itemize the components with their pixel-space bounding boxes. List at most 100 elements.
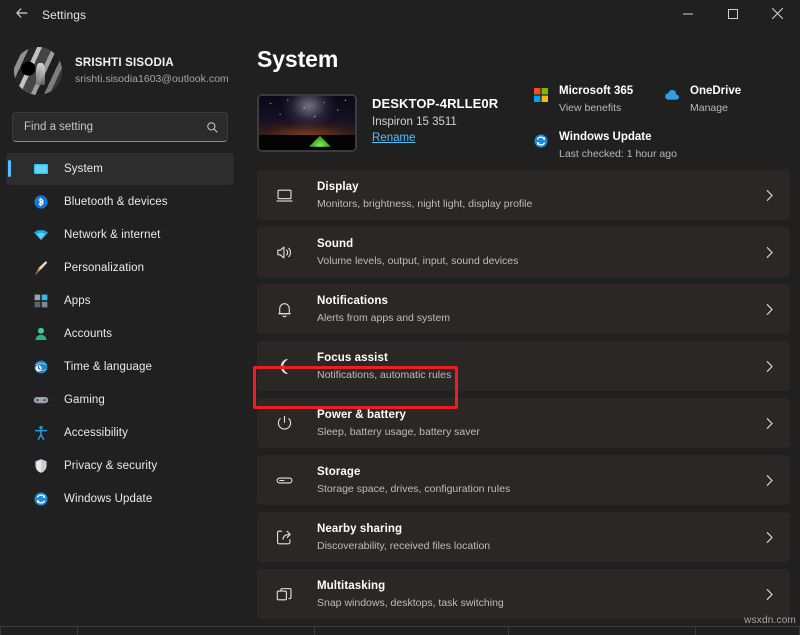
quick-links-row-2: Windows Update Last checked: 1 hour ago — [532, 130, 790, 162]
sidebar-item-label: System — [64, 163, 103, 175]
sidebar-item-system[interactable]: System — [6, 153, 234, 185]
sidebar-item-accounts[interactable]: Accounts — [6, 318, 234, 350]
back-arrow-icon — [15, 6, 29, 25]
watermark: wsxdn.com — [744, 615, 796, 626]
window-controls — [665, 0, 800, 30]
settings-card-display[interactable]: Display Monitors, brightness, night ligh… — [257, 170, 790, 220]
sidebar-item-windows-update[interactable]: Windows Update — [6, 483, 234, 515]
settings-card-nearby-sharing[interactable]: Nearby sharing Discoverability, received… — [257, 512, 790, 562]
sidebar-item-label: Gaming — [64, 394, 105, 406]
back-button[interactable] — [4, 1, 40, 29]
settings-card-power-battery[interactable]: Power & battery Sleep, battery usage, ba… — [257, 398, 790, 448]
windows-update-icon — [32, 490, 49, 507]
accessibility-icon — [32, 424, 49, 441]
sidebar-item-label: Windows Update — [64, 493, 152, 505]
settings-card-list: Display Monitors, brightness, night ligh… — [257, 170, 790, 619]
profile-text: SRISHTI SISODIA srishti.sisodia1603@outl… — [75, 56, 229, 87]
wifi-icon — [32, 226, 49, 243]
window-title: Settings — [42, 8, 86, 22]
sidebar-item-bluetooth-devices[interactable]: Bluetooth & devices — [6, 186, 234, 218]
quick-link-title: Windows Update — [559, 130, 677, 145]
chevron-right-icon — [762, 359, 776, 373]
avatar — [14, 47, 62, 95]
quick-link-subtitle: Last checked: 1 hour ago — [559, 147, 677, 162]
rename-link[interactable]: Rename — [372, 132, 415, 144]
settings-card-storage[interactable]: Storage Storage space, drives, configura… — [257, 455, 790, 505]
settings-card-title: Notifications — [317, 294, 762, 309]
device-name: DESKTOP-4RLLE0R — [372, 96, 498, 111]
sidebar: SRISHTI SISODIA srishti.sisodia1603@outl… — [0, 30, 240, 635]
quick-link-microsoft-365[interactable]: Microsoft 365 View benefits — [532, 84, 663, 116]
device-info: DESKTOP-4RLLE0R Inspiron 15 3511 Rename — [372, 94, 498, 146]
storage-drive-icon — [274, 470, 294, 490]
quick-link-title: Microsoft 365 — [559, 84, 633, 99]
settings-card-notifications[interactable]: Notifications Alerts from apps and syste… — [257, 284, 790, 334]
gamepad-icon — [32, 391, 49, 408]
quick-link-subtitle: View benefits — [559, 101, 633, 116]
chevron-right-icon — [762, 416, 776, 430]
sidebar-item-personalization[interactable]: Personalization — [6, 252, 234, 284]
onedrive-cloud-icon — [663, 86, 680, 103]
bell-icon — [274, 299, 294, 319]
quick-link-windows-update[interactable]: Windows Update Last checked: 1 hour ago — [532, 130, 677, 162]
search-icon — [206, 121, 219, 134]
settings-card-subtitle: Discoverability, received files location — [317, 539, 762, 553]
close-button[interactable] — [755, 0, 800, 30]
apps-icon — [32, 292, 49, 309]
chevron-right-icon — [762, 473, 776, 487]
sidebar-item-gaming[interactable]: Gaming — [6, 384, 234, 416]
paintbrush-icon — [32, 259, 49, 276]
quick-link-title: OneDrive — [690, 84, 741, 99]
settings-card-title: Nearby sharing — [317, 522, 762, 537]
sidebar-item-accessibility[interactable]: Accessibility — [6, 417, 234, 449]
sidebar-item-privacy-security[interactable]: Privacy & security — [6, 450, 234, 482]
device-wallpaper-thumbnail — [257, 94, 357, 152]
title-bar: Settings — [0, 0, 800, 30]
sidebar-item-label: Accessibility — [64, 427, 128, 439]
chevron-right-icon — [762, 302, 776, 316]
accounts-icon — [32, 325, 49, 342]
search-box[interactable] — [12, 112, 228, 142]
power-icon — [274, 413, 294, 433]
microsoft-365-icon — [532, 86, 549, 103]
sidebar-item-time-language[interactable]: Time & language — [6, 351, 234, 383]
settings-card-subtitle: Alerts from apps and system — [317, 311, 762, 325]
page-title: System — [257, 46, 800, 73]
quick-links: Microsoft 365 View benefits OneDrive Man… — [532, 84, 790, 162]
sidebar-item-apps[interactable]: Apps — [6, 285, 234, 317]
device-model: Inspiron 15 3511 — [372, 116, 498, 128]
profile-email: srishti.sisodia1603@outlook.com — [75, 72, 229, 87]
settings-card-title: Sound — [317, 237, 762, 252]
search-input[interactable] — [24, 121, 206, 133]
sidebar-item-label: Bluetooth & devices — [64, 196, 168, 208]
window-body: SRISHTI SISODIA srishti.sisodia1603@outl… — [0, 30, 800, 635]
settings-card-subtitle: Volume levels, output, input, sound devi… — [317, 254, 762, 268]
close-icon — [772, 6, 783, 24]
settings-card-focus-assist[interactable]: Focus assist Notifications, automatic ru… — [257, 341, 790, 391]
sidebar-item-network-internet[interactable]: Network & internet — [6, 219, 234, 251]
settings-card-title: Power & battery — [317, 408, 762, 423]
settings-card-subtitle: Snap windows, desktops, task switching — [317, 596, 762, 610]
quick-links-row-1: Microsoft 365 View benefits OneDrive Man… — [532, 84, 790, 116]
shield-icon — [32, 457, 49, 474]
nearby-share-icon — [274, 527, 294, 547]
minimize-button[interactable] — [665, 0, 710, 30]
minimize-icon — [683, 6, 693, 24]
crescent-moon-icon — [274, 356, 294, 376]
settings-card-sound[interactable]: Sound Volume levels, output, input, soun… — [257, 227, 790, 277]
settings-card-title: Multitasking — [317, 579, 762, 594]
sidebar-nav: System Bluetooth & devices Network & int… — [0, 153, 240, 515]
sidebar-item-label: Personalization — [64, 262, 144, 274]
search-wrapper — [0, 102, 240, 142]
bluetooth-icon — [32, 193, 49, 210]
settings-card-multitasking[interactable]: Multitasking Snap windows, desktops, tas… — [257, 569, 790, 619]
profile-card[interactable]: SRISHTI SISODIA srishti.sisodia1603@outl… — [0, 30, 240, 102]
windows-update-icon — [532, 132, 549, 149]
maximize-button[interactable] — [710, 0, 755, 30]
settings-card-subtitle: Storage space, drives, configuration rul… — [317, 482, 762, 496]
sidebar-item-label: Privacy & security — [64, 460, 157, 472]
system-icon — [32, 160, 49, 177]
quick-link-onedrive[interactable]: OneDrive Manage — [663, 84, 741, 116]
settings-card-title: Display — [317, 180, 762, 195]
clock-globe-icon — [32, 358, 49, 375]
